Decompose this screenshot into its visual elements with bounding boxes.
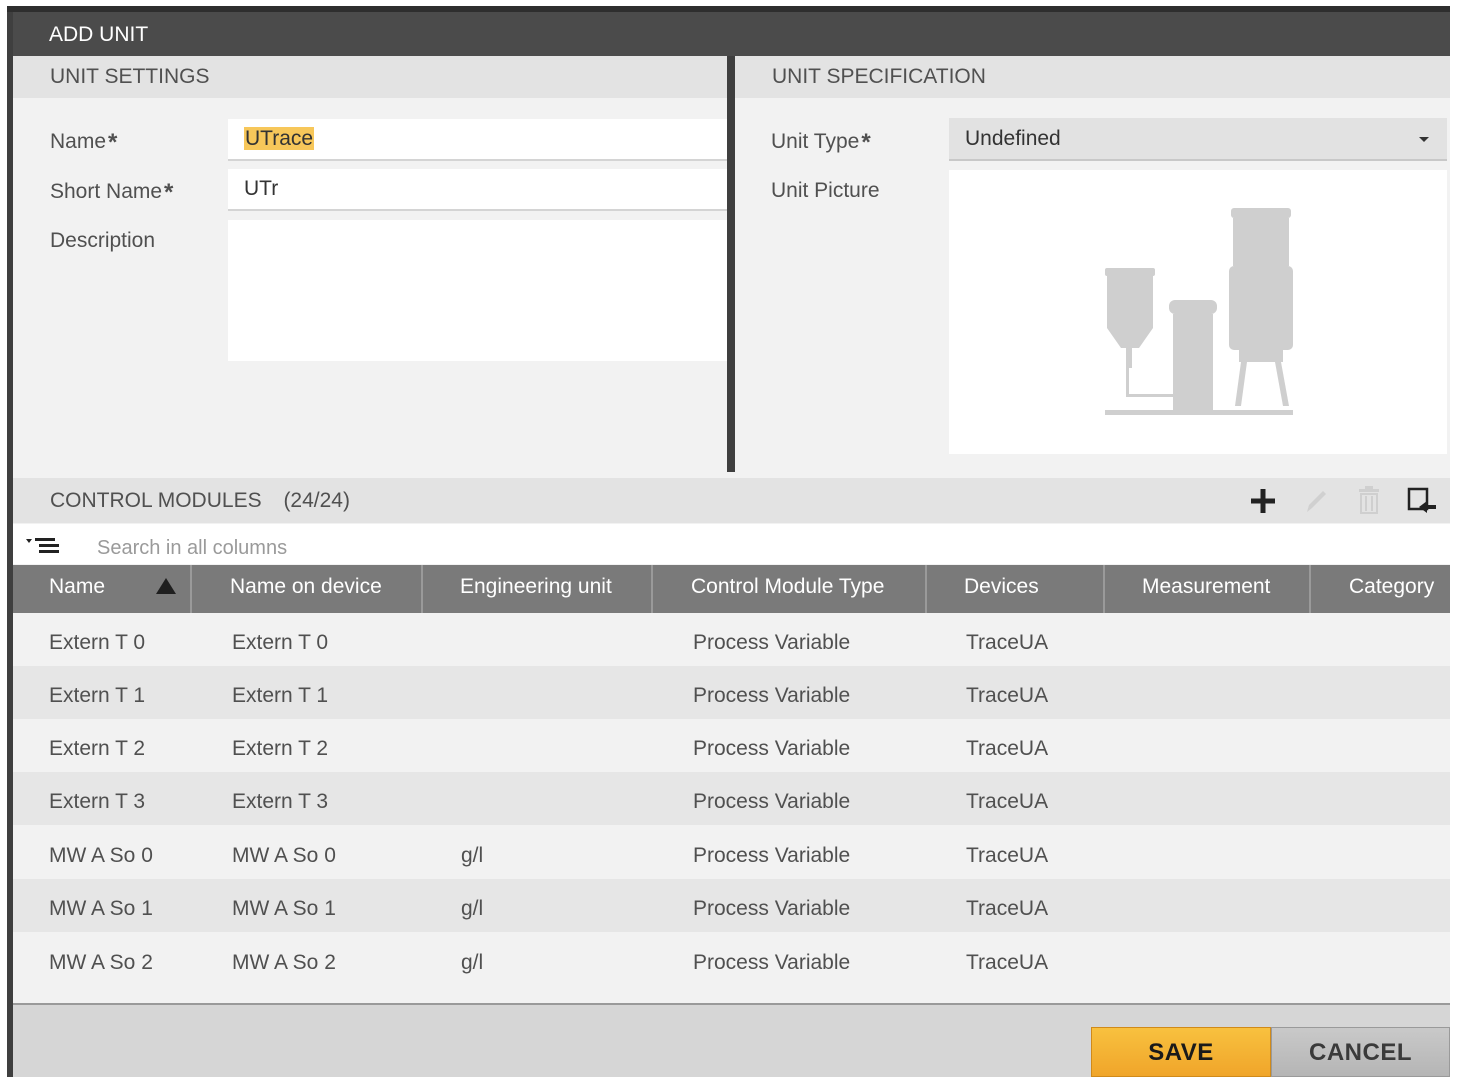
column-header-engineering-unit[interactable]: Engineering unit (423, 565, 653, 613)
column-header-devices[interactable]: Devices (927, 565, 1105, 613)
unit-type-select[interactable]: Undefined (949, 118, 1447, 161)
short-name-label: Short Name* (50, 177, 174, 206)
cell-devices: TraceUA (966, 844, 1049, 867)
chevron-down-icon (1419, 137, 1429, 142)
table-row[interactable]: MW A So 2 MW A So 2 g/l Process Variable… (13, 933, 1450, 986)
table-header: Name Name on device Engineering unit Con… (13, 565, 1450, 613)
cell-engineering-unit: g/l (461, 897, 484, 920)
search-row (13, 524, 1450, 564)
cell-control-module-type: Process Variable (693, 631, 851, 654)
cell-engineering-unit: g/l (461, 951, 484, 974)
filter-menu-icon[interactable] (25, 536, 61, 556)
footer-divider (13, 1003, 1450, 1005)
unit-type-value: Undefined (965, 127, 1061, 150)
cell-control-module-type: Process Variable (693, 844, 851, 867)
cell-devices: TraceUA (966, 790, 1049, 813)
control-modules-title: CONTROL MODULES (50, 489, 262, 512)
cell-name-on-device: Extern T 3 (232, 790, 329, 813)
table-row[interactable]: Extern T 2 Extern T 2 Process Variable T… (13, 719, 1450, 772)
name-field[interactable]: UTrace (228, 119, 727, 161)
pencil-icon (1307, 491, 1326, 512)
table-row[interactable]: Extern T 3 Extern T 3 Process Variable T… (13, 772, 1450, 825)
dialog-footer: SAVE CANCEL (13, 1003, 1450, 1077)
control-modules-count: (24/24) (283, 489, 350, 512)
sort-ascending-icon (156, 578, 176, 594)
unit-type-label: Unit Type* (771, 127, 871, 156)
table-row[interactable]: MW A So 1 MW A So 1 g/l Process Variable… (13, 879, 1450, 932)
plus-icon[interactable] (1248, 486, 1278, 516)
unit-specification-panel: UNIT SPECIFICATION Unit Type* Undefined … (735, 56, 1450, 472)
dialog-title: ADD UNIT (13, 12, 1450, 56)
table-row[interactable]: Extern T 1 Extern T 1 Process Variable T… (13, 666, 1450, 719)
cell-devices: TraceUA (966, 737, 1049, 760)
required-mark: * (164, 179, 174, 206)
control-modules-panel: CONTROL MODULES (24/24) Name (13, 472, 1450, 1003)
cell-name-on-device: Extern T 1 (232, 684, 329, 707)
cell-name-on-device: MW A So 0 (232, 844, 336, 867)
cell-control-module-type: Process Variable (693, 737, 851, 760)
unit-specification-header: UNIT SPECIFICATION (735, 56, 1450, 98)
unit-type-label-text: Unit Type (771, 130, 860, 153)
unit-settings-header: UNIT SETTINGS (13, 56, 727, 98)
cell-name: Extern T 2 (49, 737, 146, 760)
short-name-field[interactable]: UTr (228, 169, 727, 211)
required-mark: * (861, 129, 871, 156)
cell-control-module-type: Process Variable (693, 684, 851, 707)
cell-name-on-device: MW A So 2 (232, 951, 336, 974)
cell-engineering-unit: g/l (461, 844, 484, 867)
table-row[interactable]: MW A So 0 MW A So 0 g/l Process Variable… (13, 826, 1450, 879)
unit-picture[interactable] (949, 170, 1447, 454)
control-modules-header: CONTROL MODULES (24/24) (13, 478, 1450, 523)
cell-devices: TraceUA (966, 631, 1049, 654)
search-input[interactable] (95, 532, 599, 564)
trash-icon (1359, 486, 1379, 514)
cell-control-module-type: Process Variable (693, 897, 851, 920)
column-header-measurement[interactable]: Measurement (1105, 565, 1311, 613)
column-header-name-on-device[interactable]: Name on device (192, 565, 423, 613)
save-button[interactable]: SAVE (1091, 1027, 1271, 1077)
cell-control-module-type: Process Variable (693, 951, 851, 974)
cell-name: MW A So 2 (49, 951, 153, 974)
cell-name: Extern T 1 (49, 684, 146, 707)
cell-name: MW A So 1 (49, 897, 153, 920)
unit-settings-panel: UNIT SETTINGS Name* UTrace Short Name* U… (13, 56, 727, 472)
cell-control-module-type: Process Variable (693, 790, 851, 813)
column-header-control-module-type[interactable]: Control Module Type (653, 565, 927, 613)
column-header-name[interactable]: Name (13, 565, 192, 613)
cell-devices: TraceUA (966, 951, 1049, 974)
cell-name-on-device: Extern T 2 (232, 737, 329, 760)
cell-name-on-device: MW A So 1 (232, 897, 336, 920)
short-name-label-text: Short Name (50, 180, 163, 203)
unit-picture-label: Unit Picture (771, 179, 880, 202)
cell-name-on-device: Extern T 0 (232, 631, 329, 654)
cell-devices: TraceUA (966, 684, 1049, 707)
name-field-value: UTrace (244, 127, 315, 150)
table-row[interactable]: Extern T 0 Extern T 0 Process Variable T… (13, 613, 1450, 666)
unit-placeholder-icon (1105, 208, 1293, 415)
column-header-category[interactable]: Category (1311, 565, 1450, 613)
table-body: Extern T 0 Extern T 0 Process Variable T… (13, 613, 1450, 1003)
cell-name: Extern T 3 (49, 790, 146, 813)
required-mark: * (108, 129, 118, 156)
cell-name: Extern T 0 (49, 631, 146, 654)
short-name-field-value: UTr (244, 177, 279, 200)
cell-name: MW A So 0 (49, 844, 153, 867)
column-header-name-label: Name (49, 575, 106, 598)
assign-window-icon[interactable] (1407, 486, 1437, 516)
panel-divider (727, 56, 735, 472)
cancel-button[interactable]: CANCEL (1271, 1027, 1450, 1077)
cell-devices: TraceUA (966, 897, 1049, 920)
name-label: Name* (50, 127, 118, 156)
description-label: Description (50, 229, 156, 252)
name-label-text: Name (50, 130, 107, 153)
description-field[interactable] (228, 220, 727, 361)
